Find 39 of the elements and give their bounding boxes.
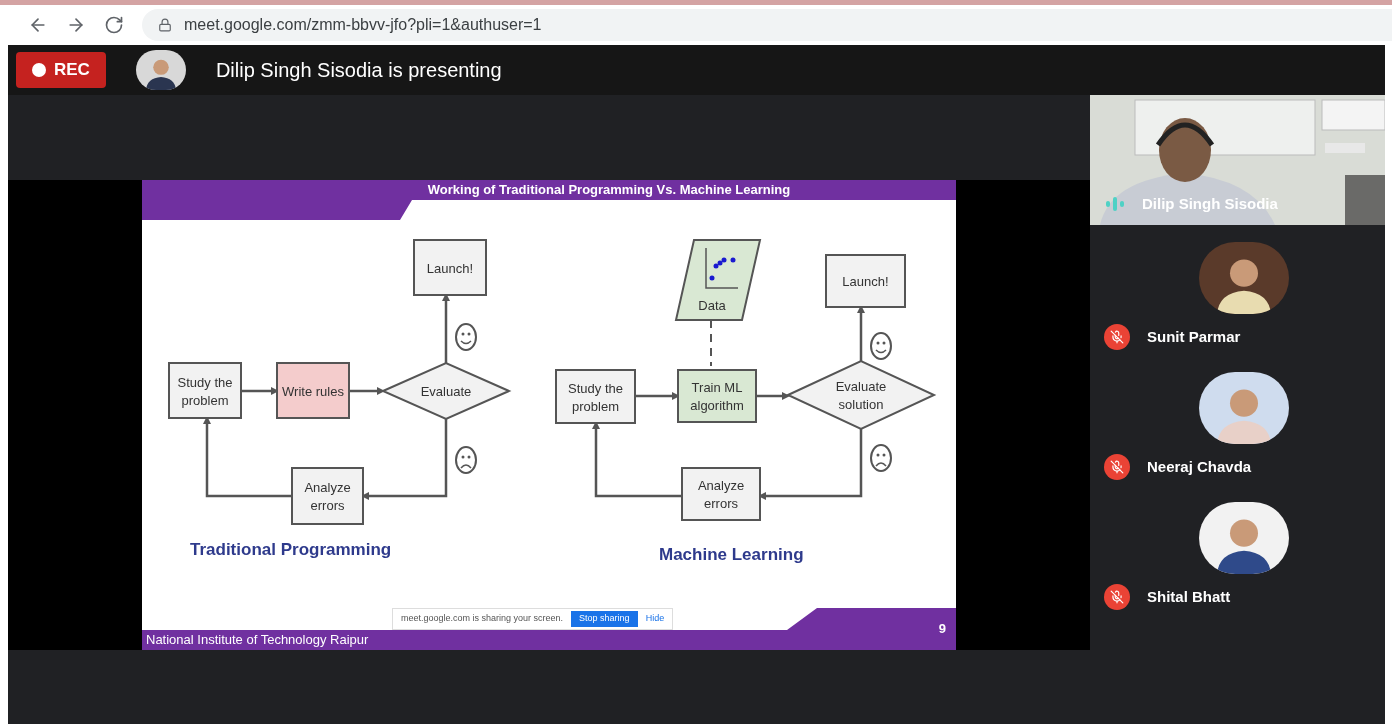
data-parallelogram: Data [674, 239, 762, 321]
flow-arrow [349, 387, 385, 395]
decision-diamond: Evaluate solution [785, 359, 937, 431]
presenting-status-text: Dilip Singh Sisodia is presenting [215, 58, 502, 83]
slide-footer-text: National Institute of Technology Raipur [146, 631, 369, 650]
participant-name: Shital Bhatt [1147, 586, 1231, 607]
diagram-heading: Machine Learning [659, 545, 804, 564]
slide-page-number: 9 [938, 620, 946, 639]
address-bar[interactable]: meet.google.com/zmm-bbvv-jfo?pli=1&authuser=1 [142, 9, 1392, 41]
flowchart-box: Analyze errors [681, 467, 761, 521]
smiley-face-icon [455, 323, 477, 351]
diagram-heading: Traditional Programming [190, 540, 392, 559]
flowchart-box: Study the problem [168, 362, 242, 419]
sad-face-icon [870, 444, 892, 472]
flow-arrow [857, 305, 865, 361]
lock-icon [158, 18, 172, 32]
participant-name: Neeraj Chavda [1147, 456, 1252, 477]
hide-button[interactable]: Hide [645, 612, 665, 626]
slide-title: Working of Traditional Programming Vs. Machine Learning [427, 181, 791, 200]
flow-arrow [635, 392, 680, 400]
stop-sharing-button[interactable]: Stop sharing [571, 611, 638, 627]
url-text: meet.google.com/zmm-bbvv-jfo?pli=1&authuser=1 [184, 15, 542, 35]
flow-arrow [756, 392, 790, 400]
flowchart-box: Study the problem [555, 369, 636, 424]
reload-icon[interactable] [104, 15, 124, 35]
share-message: meet.google.com is sharing your screen. [401, 612, 564, 626]
decision-diamond: Evaluate [380, 361, 512, 421]
flowchart-box: Launch! [413, 239, 487, 296]
recording-label: REC [54, 59, 90, 82]
flowchart-box: Write rules [276, 362, 350, 419]
participant-name: Sunit Parmar [1147, 326, 1241, 347]
flow-arrow [442, 293, 450, 363]
flowchart-box: Train ML algorithm [677, 369, 757, 423]
flowchart-box: Analyze errors [291, 467, 364, 525]
presenter-avatar [135, 50, 186, 90]
sad-face-icon [455, 446, 477, 474]
smiley-face-icon [870, 332, 892, 360]
flow-arrow [241, 387, 279, 395]
flowchart-box: Launch! [825, 254, 906, 308]
